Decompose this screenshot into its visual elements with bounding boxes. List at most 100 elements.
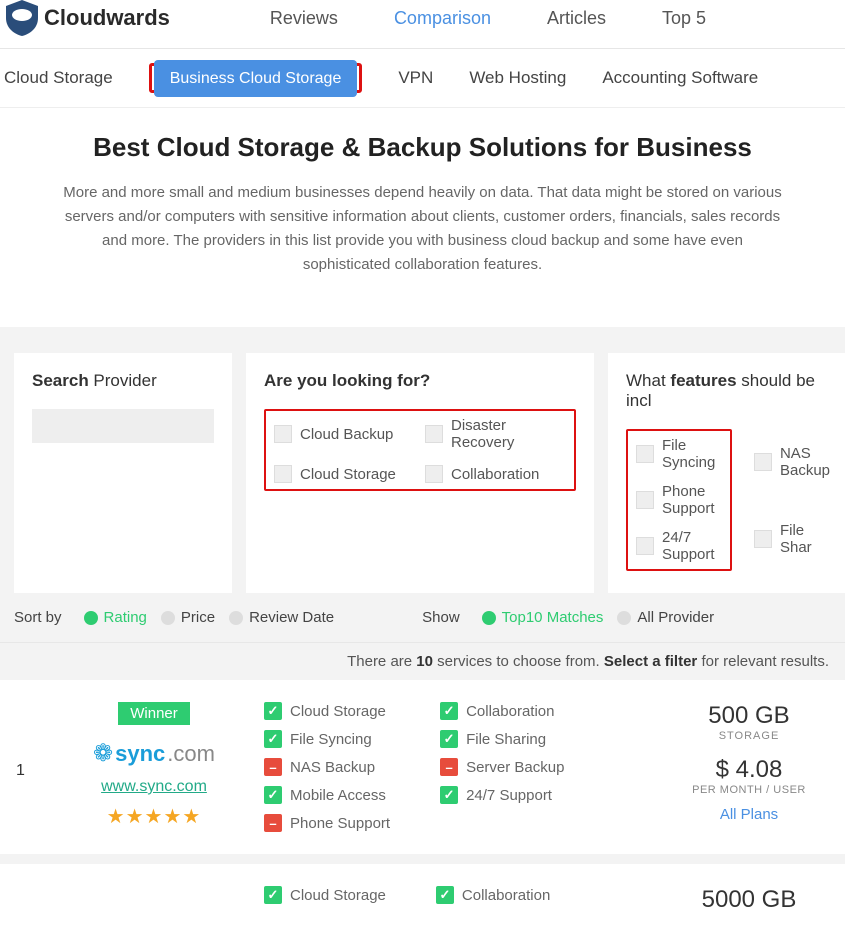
brand-logo[interactable]: Cloudwards <box>0 0 170 36</box>
minus-icon: – <box>264 758 282 776</box>
check-icon: ✓ <box>264 886 282 904</box>
feature-item: ✓Cloud Storage <box>264 702 390 720</box>
pricing-block: 500 GB STORAGE $ 4.08 PER MONTH / USER A… <box>669 702 829 823</box>
topnav-reviews[interactable]: Reviews <box>270 8 338 29</box>
pricing-block: 5000 GB <box>669 886 829 914</box>
subnav-vpn[interactable]: VPN <box>398 68 433 88</box>
check-icon: ✓ <box>436 886 454 904</box>
select-filter-link[interactable]: Select a filter <box>604 653 697 670</box>
features-panel: What features should be incl File Syncin… <box>608 353 845 593</box>
opt-file-sharing[interactable]: File Shar <box>754 506 830 571</box>
page-title: Best Cloud Storage & Backup Solutions fo… <box>60 132 785 163</box>
price-value: $ 4.08 <box>669 756 829 784</box>
show-all[interactable]: All Provider <box>617 609 714 626</box>
feature-item: ✓Mobile Access <box>264 786 390 804</box>
radio-icon <box>229 611 243 625</box>
provider-link[interactable]: www.sync.com <box>44 778 264 796</box>
price-label: PER MONTH / USER <box>669 784 829 796</box>
provider-card: ✓Cloud Storage ✓Collaboration 5000 GB <box>0 864 845 946</box>
winner-badge: Winner <box>118 702 190 725</box>
result-count-bar: There are 10 services to choose from. Se… <box>0 642 845 680</box>
sort-price[interactable]: Price <box>161 609 215 626</box>
subnav-web-hosting[interactable]: Web Hosting <box>469 68 566 88</box>
topnav-comparison[interactable]: Comparison <box>394 8 491 29</box>
filter-section: Search Provider Are you looking for? Clo… <box>0 327 845 593</box>
feature-item: ✓Collaboration <box>440 702 564 720</box>
checkbox[interactable] <box>425 425 443 443</box>
opt-247-support[interactable]: 24/7 Support <box>636 529 722 563</box>
check-icon: ✓ <box>264 786 282 804</box>
sort-rating[interactable]: Rating <box>84 609 147 626</box>
storage-value: 500 GB <box>669 702 829 730</box>
sort-bar: Sort by Rating Price Review Date Show To… <box>0 593 845 642</box>
sort-label: Sort by <box>14 609 62 626</box>
opt-cloud-backup[interactable]: Cloud Backup <box>274 417 415 451</box>
opt-collaboration[interactable]: Collaboration <box>425 465 566 483</box>
looking-for-panel: Are you looking for? Cloud Backup Disast… <box>246 353 594 593</box>
looking-title: Are you looking for? <box>264 371 576 391</box>
storage-value: 5000 GB <box>669 886 829 914</box>
checkbox[interactable] <box>274 425 292 443</box>
page-description: More and more small and medium businesse… <box>60 181 785 277</box>
provider-card: 1 Winner ❁ sync.com www.sync.com ★★★★★ ✓… <box>0 680 845 864</box>
radio-icon <box>617 611 631 625</box>
opt-file-syncing[interactable]: File Syncing <box>636 437 722 471</box>
sub-nav: Cloud Storage Business Cloud Storage VPN… <box>0 49 845 108</box>
checkbox[interactable] <box>754 530 772 548</box>
opt-nas-backup[interactable]: NAS Backup <box>754 429 830 494</box>
topnav-top5[interactable]: Top 5 <box>662 8 706 29</box>
show-label: Show <box>422 609 460 626</box>
rank-number <box>16 886 44 946</box>
provider-logo: ❁ sync.com <box>44 739 264 768</box>
minus-icon: – <box>440 758 458 776</box>
all-plans-link[interactable]: All Plans <box>669 806 829 823</box>
check-icon: ✓ <box>264 730 282 748</box>
highlight-box: File Syncing Phone Support 24/7 Support <box>626 429 732 571</box>
show-top10[interactable]: Top10 Matches <box>482 609 604 626</box>
feature-columns: ✓Cloud Storage ✓Collaboration <box>264 886 550 904</box>
feature-item: ✓24/7 Support <box>440 786 564 804</box>
sort-review-date[interactable]: Review Date <box>229 609 334 626</box>
feature-item: ✓File Sharing <box>440 730 564 748</box>
checkbox[interactable] <box>636 491 654 509</box>
top-nav: Cloudwards Reviews Comparison Articles T… <box>0 0 845 49</box>
rank-number: 1 <box>16 702 44 780</box>
check-icon: ✓ <box>440 786 458 804</box>
check-icon: ✓ <box>264 702 282 720</box>
opt-disaster-recovery[interactable]: Disaster Recovery <box>425 417 566 451</box>
search-input[interactable] <box>32 409 214 443</box>
features-title: What features should be incl <box>626 371 830 411</box>
topnav-articles[interactable]: Articles <box>547 8 606 29</box>
opt-phone-support[interactable]: Phone Support <box>636 483 722 517</box>
radio-icon <box>482 611 496 625</box>
topnav-links: Reviews Comparison Articles Top 5 <box>270 8 706 29</box>
checkbox[interactable] <box>425 465 443 483</box>
feature-item: ✓File Syncing <box>264 730 390 748</box>
radio-icon <box>161 611 175 625</box>
feature-item: –Phone Support <box>264 814 390 832</box>
storage-label: STORAGE <box>669 730 829 742</box>
feature-item: ✓Collaboration <box>436 886 550 904</box>
check-icon: ✓ <box>440 702 458 720</box>
minus-icon: – <box>264 814 282 832</box>
checkbox[interactable] <box>636 445 654 463</box>
hero: Best Cloud Storage & Backup Solutions fo… <box>0 108 845 327</box>
search-label: Search Provider <box>32 371 214 391</box>
highlight-box: Cloud Backup Disaster Recovery Cloud Sto… <box>264 409 576 491</box>
feature-columns: ✓Cloud Storage ✓File Syncing –NAS Backup… <box>264 702 564 832</box>
radio-icon <box>84 611 98 625</box>
brand-name: Cloudwards <box>44 5 170 31</box>
star-rating: ★★★★★ <box>44 804 264 829</box>
check-icon: ✓ <box>440 730 458 748</box>
checkbox[interactable] <box>636 537 654 555</box>
checkbox[interactable] <box>754 453 772 471</box>
cloud-shield-icon <box>6 0 38 36</box>
subnav-cloud-storage[interactable]: Cloud Storage <box>4 68 113 88</box>
feature-item: –NAS Backup <box>264 758 390 776</box>
search-panel: Search Provider <box>14 353 232 593</box>
checkbox[interactable] <box>274 465 292 483</box>
subnav-business-cloud-storage[interactable]: Business Cloud Storage <box>154 60 358 97</box>
subnav-accounting[interactable]: Accounting Software <box>602 68 758 88</box>
opt-cloud-storage[interactable]: Cloud Storage <box>274 465 415 483</box>
highlight-box: Business Cloud Storage <box>149 63 363 93</box>
